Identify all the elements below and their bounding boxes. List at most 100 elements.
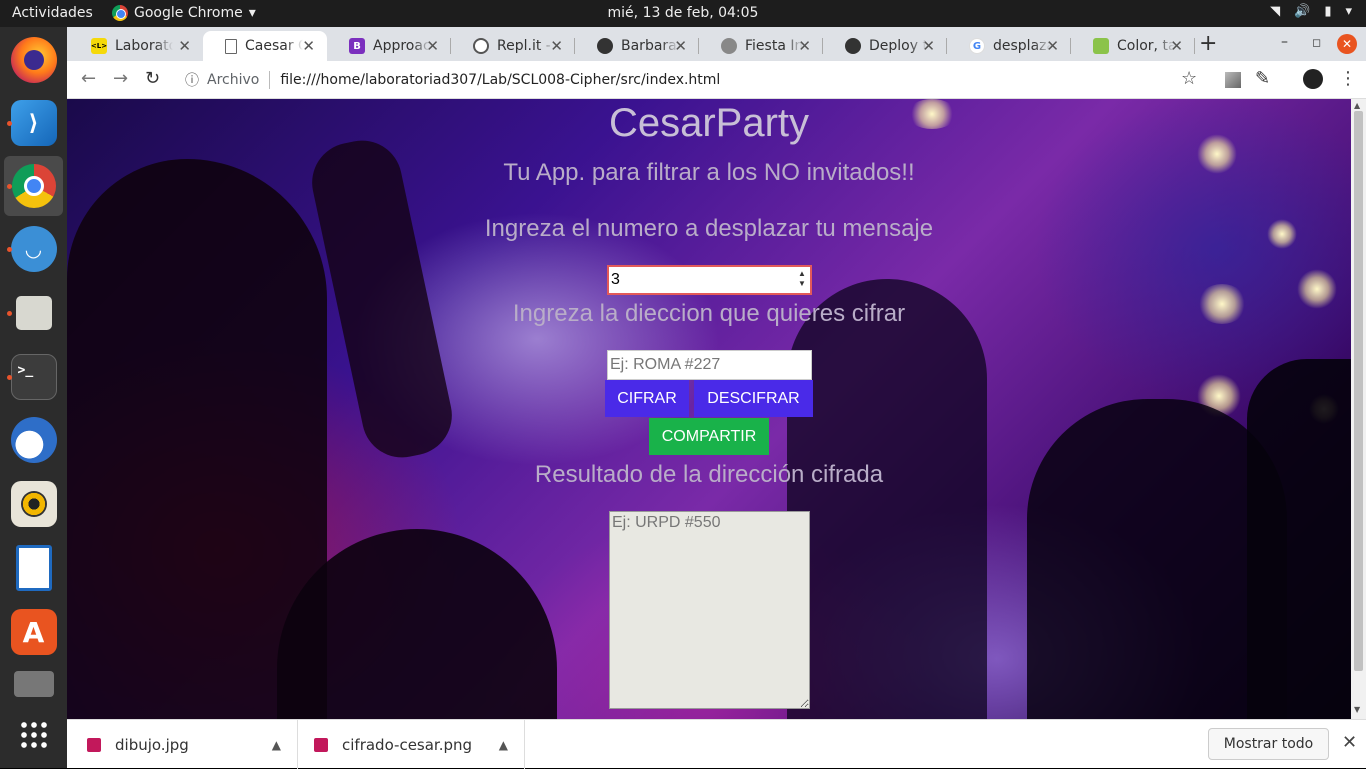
download-shelf: dibujo.jpg ▲ cifrado-cesar.png ▲ Mostrar… [67, 719, 1366, 769]
app-menu-label: Google Chrome [134, 5, 243, 21]
close-icon[interactable]: ✕ [674, 37, 687, 55]
forward-arrow-icon[interactable]: → [113, 68, 128, 89]
minimize-button[interactable]: – [1281, 34, 1288, 50]
dock-thunderbird[interactable] [4, 410, 63, 470]
browser-toolbar: ← → ↻ ⓘ Archivo file:///home/laboratoria… [67, 61, 1366, 99]
tab-strip: <L> Laborato ✕ Caesar C ✕ B Approac ✕ Re… [67, 27, 1366, 61]
message-input[interactable] [607, 350, 812, 380]
dock-drive[interactable] [4, 664, 63, 704]
scrollbar-thumb[interactable] [1354, 111, 1363, 671]
chrome-icon [112, 5, 128, 21]
wifi-icon: ◥ [1270, 4, 1281, 19]
tab[interactable]: Fiesta Im ✕ [699, 31, 823, 61]
back-arrow-icon[interactable]: ← [81, 68, 96, 89]
tab[interactable]: B Approac ✕ [327, 31, 451, 61]
address-bar[interactable]: ⓘ Archivo file:///home/laboratoriad307/L… [175, 65, 1205, 95]
dock-terminal[interactable]: >_ [4, 347, 63, 407]
firefox-icon [10, 37, 57, 83]
result-label: Resultado de la dirección cifrada [534, 461, 884, 488]
close-icon[interactable]: ✕ [798, 37, 811, 55]
download-item[interactable]: dibujo.jpg ▲ [67, 720, 298, 769]
message-label: Ingreza la dieccion que quieres cifrar [512, 300, 906, 327]
new-tab-button[interactable]: + [1199, 31, 1217, 56]
dock-vscode[interactable]: ⟩ [4, 93, 63, 153]
shift-number-input[interactable] [607, 265, 812, 295]
drive-icon [13, 671, 54, 697]
page-viewport: CesarParty Tu App. para filtrar a los NO… [67, 99, 1351, 719]
activities-button[interactable]: Actividades [12, 5, 93, 21]
chevron-up-icon[interactable]: ▲ [272, 738, 281, 752]
image-file-icon [87, 737, 101, 752]
close-icon[interactable]: ✕ [302, 37, 315, 55]
share-button[interactable]: COMPARTIR [649, 418, 769, 455]
eyedropper-icon[interactable]: ✎ [1255, 68, 1270, 89]
dock-firefox[interactable] [4, 30, 63, 90]
close-icon[interactable]: ✕ [1170, 37, 1183, 55]
decipher-button[interactable]: DESCIFRAR [694, 380, 813, 417]
tab[interactable]: Barbarat ✕ [575, 31, 699, 61]
bootstrap-icon: B [349, 38, 365, 54]
running-indicator [7, 375, 12, 380]
close-icon[interactable]: ✕ [178, 37, 191, 55]
close-icon[interactable]: ✕ [1046, 37, 1059, 55]
apps-grid-icon [18, 720, 49, 750]
google-icon: G [969, 38, 985, 54]
dock-chrome[interactable] [4, 156, 63, 216]
tab[interactable]: Color, ta ✕ [1071, 31, 1195, 61]
gnome-top-bar: Actividades Google Chrome ▾ mié, 13 de f… [0, 0, 1366, 27]
app-menu[interactable]: Google Chrome ▾ [112, 5, 256, 21]
tab-title: desplaza [993, 38, 1051, 54]
dock-writer[interactable] [4, 538, 63, 598]
replit-icon [473, 38, 489, 54]
clock[interactable]: mié, 13 de feb, 04:05 [608, 5, 759, 21]
number-spinner[interactable]: ▲ ▼ [796, 269, 808, 291]
star-icon[interactable]: ☆ [1181, 68, 1197, 89]
avatar[interactable] [1303, 69, 1323, 89]
tab-title: Approac [373, 38, 431, 54]
tab-title: Deploy t [869, 38, 927, 54]
tab-active[interactable]: Caesar C ✕ [203, 31, 327, 61]
chevron-up-icon[interactable]: ▲ [499, 738, 508, 752]
info-icon[interactable]: ⓘ [185, 70, 199, 90]
reload-icon[interactable]: ↻ [145, 68, 160, 89]
close-icon[interactable]: ✕ [922, 37, 935, 55]
tab[interactable]: <L> Laborato ✕ [69, 31, 203, 61]
download-item[interactable]: cifrado-cesar.png ▲ [298, 720, 525, 769]
tab[interactable]: Deploy t ✕ [823, 31, 947, 61]
chrome-icon [11, 164, 56, 208]
extension-icon[interactable] [1225, 72, 1241, 88]
close-icon[interactable]: ✕ [426, 37, 439, 55]
dock-files[interactable] [4, 283, 63, 343]
tab-title: Repl.it - F [497, 38, 555, 54]
close-icon[interactable]: ✕ [1342, 732, 1357, 753]
running-indicator [7, 311, 12, 316]
dock-rhythmbox[interactable] [4, 474, 63, 534]
dock-screenshot[interactable]: ◡ [4, 219, 63, 279]
maximize-button[interactable]: ◻ [1312, 36, 1321, 49]
show-applications[interactable] [4, 707, 63, 763]
tab-title: Laborato [115, 38, 173, 54]
tab-title: Fiesta Im [745, 38, 803, 54]
menu-kebab-icon[interactable]: ⋮ [1339, 68, 1357, 89]
laboratoria-icon: <L> [91, 38, 107, 54]
battery-icon: ▮ [1324, 4, 1332, 19]
tab[interactable]: G desplaza ✕ [947, 31, 1071, 61]
download-filename: dibujo.jpg [115, 735, 189, 754]
tab[interactable]: Repl.it - F ✕ [451, 31, 575, 61]
document-icon [225, 38, 237, 54]
result-textarea[interactable] [609, 511, 810, 709]
shift-label: Ingreza el numero a desplazar tu mensaje [484, 215, 934, 242]
scroll-down-icon[interactable]: ▼ [1354, 705, 1360, 714]
scroll-up-icon[interactable]: ▲ [1354, 101, 1360, 110]
dancer-silhouette [787, 279, 987, 719]
cipher-button[interactable]: CIFRAR [605, 380, 689, 417]
url-text[interactable]: file:///home/laboratoriad307/Lab/SCL008-… [280, 72, 720, 88]
page-scrollbar[interactable]: ▲ ▼ [1351, 99, 1366, 719]
system-tray[interactable]: ◥ 🔊 ▮ ▾ [1270, 4, 1352, 19]
caret-down-icon: ▾ [1345, 4, 1352, 19]
tab-title: Barbarat [621, 38, 679, 54]
close-icon[interactable]: ✕ [550, 37, 563, 55]
window-close-button[interactable]: ✕ [1337, 34, 1357, 54]
dock-software[interactable]: A [4, 602, 63, 662]
show-all-button[interactable]: Mostrar todo [1208, 728, 1329, 760]
